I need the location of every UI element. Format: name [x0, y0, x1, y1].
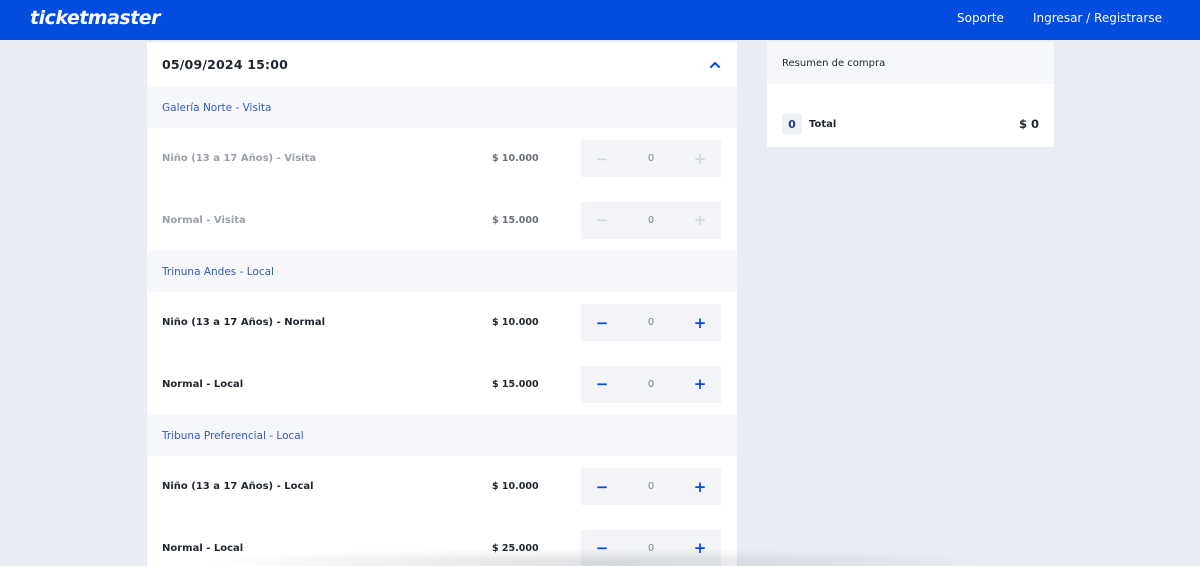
summary-header: Resumen de compra: [767, 42, 1054, 84]
ticket-row: Normal - Local $ 15.000 − 0 +: [147, 354, 737, 416]
quantity-value: 0: [647, 153, 655, 165]
ticket-row: Niño (13 a 17 Años) - Visita $ 10.000 − 0 +: [147, 128, 737, 190]
login-register-link[interactable]: Ingresar / Registrarse: [1033, 11, 1162, 25]
quantity-value: 0: [647, 317, 655, 329]
ticket-price: $ 10.000: [492, 481, 539, 493]
summary-total-row: 0 Total $ 0: [782, 114, 1039, 134]
ticket-count-badge: 0: [782, 114, 802, 134]
ticket-selection-card: 05/09/2024 15:00 Galería Norte - Visita N…: [147, 42, 737, 566]
quantity-stepper: − 0 +: [581, 304, 721, 342]
ticket-row: Normal - Local $ 25.000 − 0 +: [147, 518, 737, 566]
minus-icon: −: [595, 149, 609, 168]
ticket-name: Normal - Local: [162, 378, 244, 390]
plus-icon: +: [693, 149, 707, 168]
quantity-stepper: − 0 +: [581, 468, 721, 506]
ticket-name: Niño (13 a 17 Años) - Local: [162, 481, 314, 493]
ticketmaster-logo[interactable]: ticketmaster: [30, 7, 161, 29]
quantity-value: 0: [647, 378, 655, 390]
ticket-row: Niño (13 a 17 Años) - Normal $ 10.000 − 0 +: [147, 292, 737, 354]
quantity-value: 0: [647, 481, 655, 493]
quantity-stepper: − 0 +: [581, 201, 721, 239]
chevron-up-icon[interactable]: [707, 56, 723, 72]
event-date-header[interactable]: 05/09/2024 15:00: [147, 42, 737, 87]
plus-icon[interactable]: +: [679, 366, 721, 403]
section-header: Tribuna Preferencial - Local: [147, 415, 737, 456]
ticket-name: Normal - Visita: [162, 214, 246, 226]
section-header: Trinuna Andes - Local: [147, 251, 737, 292]
section-title: Galería Norte - Visita: [162, 101, 272, 114]
minus-icon[interactable]: −: [581, 304, 623, 341]
ticket-price: $ 10.000: [492, 153, 539, 165]
ticket-sections: Galería Norte - Visita Niño (13 a 17 Años…: [147, 87, 737, 566]
ticket-price: $ 10.000: [492, 317, 539, 329]
ticket-name: Niño (13 a 17 Años) - Visita: [162, 153, 317, 165]
plus-icon: +: [693, 211, 707, 230]
ticket-price: $ 15.000: [492, 378, 539, 390]
purchase-summary: Resumen de compra 0 Total $ 0: [767, 42, 1054, 147]
support-link[interactable]: Soporte: [957, 11, 1004, 25]
total-label: Total: [809, 118, 837, 130]
summary-title: Resumen de compra: [782, 57, 886, 69]
section-title: Tribuna Preferencial - Local: [162, 429, 304, 442]
plus-icon[interactable]: +: [679, 304, 721, 341]
ticket-row: Niño (13 a 17 Años) - Local $ 10.000 − 0 +: [147, 456, 737, 518]
section-header: Galería Norte - Visita: [147, 87, 737, 128]
ticket-row: Normal - Visita $ 15.000 − 0 +: [147, 190, 737, 252]
quantity-stepper: − 0 +: [581, 529, 721, 566]
plus-icon[interactable]: +: [679, 530, 721, 566]
plus-icon[interactable]: +: [679, 468, 721, 505]
minus-icon[interactable]: −: [581, 366, 623, 403]
minus-icon[interactable]: −: [581, 468, 623, 505]
ticket-price: $ 25.000: [492, 542, 539, 554]
minus-icon: −: [595, 211, 609, 230]
ticket-price: $ 15.000: [492, 214, 539, 226]
quantity-value: 0: [647, 214, 655, 226]
quantity-stepper: − 0 +: [581, 140, 721, 178]
total-value: $ 0: [1018, 117, 1039, 131]
quantity-stepper: − 0 +: [581, 365, 721, 403]
ticket-name: Normal - Local: [162, 542, 244, 554]
top-navbar: ticketmaster Soporte Ingresar / Registra…: [0, 0, 1200, 40]
quantity-value: 0: [647, 542, 655, 554]
event-datetime: 05/09/2024 15:00: [162, 57, 289, 72]
section-title: Trinuna Andes - Local: [162, 265, 274, 278]
ticket-name: Niño (13 a 17 Años) - Normal: [162, 317, 325, 329]
minus-icon[interactable]: −: [581, 530, 623, 566]
